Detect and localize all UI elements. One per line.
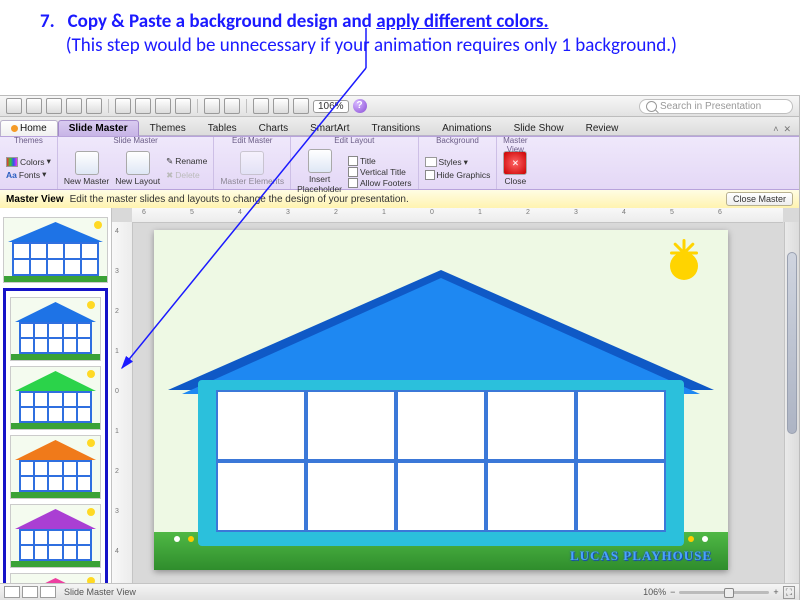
group-background: Background Styles ▾ Hide Graphics	[419, 137, 498, 189]
cut-icon[interactable]	[115, 98, 131, 114]
zoom-in-button[interactable]: +	[773, 587, 778, 597]
format-painter-icon[interactable]	[175, 98, 191, 114]
master-thumb[interactable]	[3, 217, 108, 283]
toolbar-icon[interactable]	[253, 98, 269, 114]
toolbar-icon[interactable]	[273, 98, 289, 114]
search-placeholder: Search in Presentation	[660, 101, 761, 112]
layout-thumb[interactable]	[10, 435, 101, 499]
layout-thumb[interactable]	[10, 504, 101, 568]
tab-tables[interactable]: Tables	[197, 120, 248, 136]
layout-thumb[interactable]	[10, 297, 101, 361]
separator	[108, 99, 109, 113]
grid-shape	[12, 242, 99, 276]
sun-icon	[94, 221, 102, 229]
vertical-title-checkbox[interactable]: Vertical Title	[348, 167, 412, 177]
help-icon[interactable]: ?	[353, 99, 367, 113]
allow-footers-checkbox[interactable]: Allow Footers	[348, 178, 412, 188]
zoom-value: 106%	[643, 587, 666, 597]
tab-smartart[interactable]: SmartArt	[299, 120, 360, 136]
toolbar-icon[interactable]	[6, 98, 22, 114]
zoom-slider[interactable]	[679, 591, 769, 594]
horizontal-ruler: 6543210123456	[132, 208, 783, 223]
tab-themes[interactable]: Themes	[139, 120, 197, 136]
toolbar-icon[interactable]	[46, 98, 62, 114]
slide-thumbnails[interactable]	[0, 208, 112, 584]
status-bar: Slide Master View 106% − + ⛶	[0, 583, 799, 600]
fit-button[interactable]: ⛶	[783, 586, 795, 599]
tab-charts[interactable]: Charts	[248, 120, 299, 136]
tab-slide-master[interactable]: Slide Master	[58, 120, 139, 136]
title-checkbox[interactable]: Title	[348, 156, 412, 166]
scrollbar-thumb[interactable]	[787, 252, 797, 434]
print-icon[interactable]	[86, 98, 102, 114]
rename-button[interactable]: ✎ Rename	[166, 156, 207, 167]
slide-canvas[interactable]: LUCAS PLAYHOUSE	[154, 230, 728, 570]
thumb-selection	[3, 288, 108, 584]
ribbon-tabs: Home Slide Master Themes Tables Charts S…	[0, 117, 799, 136]
tab-home[interactable]: Home	[0, 120, 58, 136]
grid-graphic	[216, 390, 666, 532]
fonts-dropdown[interactable]: Aa Fonts ▾	[6, 169, 51, 180]
separator	[246, 99, 247, 113]
instruction-step: 7. Copy & Paste a background design and …	[0, 0, 800, 62]
separator	[197, 99, 198, 113]
vertical-ruler: 432101234	[112, 222, 133, 584]
redo-icon[interactable]	[224, 98, 240, 114]
search-icon	[646, 101, 657, 112]
grass-shape	[4, 276, 107, 282]
tab-review[interactable]: Review	[575, 120, 630, 136]
step-underline: apply different colors.	[376, 10, 548, 33]
editing-canvas-area: 6543210123456 432101234	[112, 208, 799, 584]
brand-text: LUCAS PLAYHOUSE	[570, 548, 712, 564]
delete-button[interactable]: ✖ Delete	[166, 170, 207, 181]
toolbar-icon[interactable]	[26, 98, 42, 114]
normal-view-button[interactable]	[4, 586, 20, 598]
powerpoint-window: 106% ? Search in Presentation Home Slide…	[0, 95, 800, 600]
layout-thumb[interactable]	[10, 366, 101, 430]
insert-placeholder-button[interactable]: Insert Placeholder	[297, 149, 342, 194]
master-view-text: Edit the master slides and layouts to ch…	[70, 194, 409, 205]
workspace: 6543210123456 432101234	[0, 208, 799, 584]
new-master-button[interactable]: New Master	[64, 151, 109, 186]
zoom-dropdown[interactable]: 106%	[313, 100, 349, 113]
hide-graphics-checkbox[interactable]: Hide Graphics	[425, 170, 491, 180]
search-box[interactable]: Search in Presentation	[639, 99, 793, 114]
close-master-button[interactable]: Close Master	[726, 192, 793, 206]
group-slide-master: Slide Master New Master New Layout ✎ Ren…	[58, 137, 215, 189]
vertical-scrollbar[interactable]	[784, 222, 799, 584]
wall-graphic	[198, 380, 684, 546]
quick-access-toolbar: 106% ? Search in Presentation	[0, 96, 799, 117]
tab-transitions[interactable]: Transitions	[361, 120, 432, 136]
copy-icon[interactable]	[135, 98, 151, 114]
ribbon-collapse-icon[interactable]: ˄ ✕	[765, 124, 799, 135]
slideshow-view-button[interactable]	[40, 586, 56, 598]
close-master-view-button[interactable]: ✕Close	[503, 151, 527, 186]
ribbon: Themes Colors ▾ Aa Fonts ▾ Slide Master …	[0, 136, 799, 190]
new-layout-button[interactable]: New Layout	[115, 151, 160, 186]
step-sub: (This step would be unnecessary if your …	[66, 34, 677, 57]
sorter-view-button[interactable]	[22, 586, 38, 598]
paste-icon[interactable]	[155, 98, 171, 114]
group-edit-layout: Edit Layout Insert Placeholder Title Ver…	[291, 137, 418, 189]
roof-shape	[8, 222, 103, 242]
master-elements-button[interactable]: Master Elements	[220, 151, 284, 186]
master-view-label: Master View	[6, 194, 64, 205]
status-label: Slide Master View	[64, 587, 136, 597]
tab-animations[interactable]: Animations	[431, 120, 502, 136]
undo-icon[interactable]	[204, 98, 220, 114]
group-master-view: Master View ✕Close	[497, 137, 533, 189]
zoom-out-button[interactable]: −	[670, 587, 675, 597]
step-number: 7.	[40, 10, 55, 33]
colors-dropdown[interactable]: Colors ▾	[6, 156, 51, 167]
tab-slideshow[interactable]: Slide Show	[503, 120, 575, 136]
roof-graphic	[168, 270, 714, 390]
group-themes: Themes Colors ▾ Aa Fonts ▾	[0, 137, 58, 189]
save-icon[interactable]	[66, 98, 82, 114]
step-lead: Copy & Paste a background design and	[68, 10, 377, 33]
house-graphic	[198, 270, 684, 546]
group-edit-master: Edit Master Master Elements	[214, 137, 291, 189]
styles-dropdown[interactable]: Styles ▾	[425, 157, 491, 168]
toolbar-icon[interactable]	[293, 98, 309, 114]
